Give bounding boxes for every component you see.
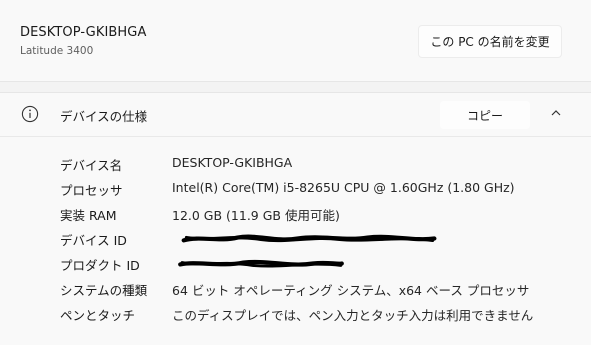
spec-label: プロダクト ID [60, 258, 140, 273]
spec-value: 12.0 GB (11.9 GB 使用可能) [172, 208, 340, 223]
spec-row-system-type: システムの種類 64 ビット オペレーティング システム、x64 ベース プロセ… [0, 276, 591, 301]
copy-button[interactable]: コピー [440, 101, 530, 129]
device-card: DESKTOP-GKIBHGA Latitude 3400 この PC の名前を… [0, 0, 591, 82]
spec-value: Intel(R) Core(TM) i5-8265U CPU @ 1.60GHz… [172, 180, 515, 195]
device-name: DESKTOP-GKIBHGA [20, 25, 147, 40]
spec-row-processor: プロセッサ Intel(R) Core(TM) i5-8265U CPU @ 1… [0, 176, 591, 201]
spec-value: DESKTOP-GKIBHGA [172, 155, 293, 170]
chevron-up-icon[interactable] [548, 105, 564, 121]
redaction-scribble [181, 234, 437, 243]
spec-value: このディスプレイでは、ペン入力とタッチ入力は利用できません [172, 308, 534, 323]
device-model: Latitude 3400 [20, 45, 94, 57]
spec-row-device-id: デバイス ID [0, 226, 591, 251]
spec-row-ram: 実装 RAM 12.0 GB (11.9 GB 使用可能) [0, 201, 591, 226]
spec-value: 64 ビット オペレーティング システム、x64 ベース プロセッサ [172, 283, 530, 298]
device-specs-section: デバイスの仕様 コピー デバイス名 DESKTOP-GKIBHGA プロセッサ … [0, 92, 591, 345]
spec-row-product-id: プロダクト ID [0, 251, 591, 276]
spec-label: プロセッサ [60, 183, 123, 198]
spec-label: システムの種類 [60, 283, 148, 298]
spec-row-pen-touch: ペンとタッチ このディスプレイでは、ペン入力とタッチ入力は利用できません [0, 301, 591, 326]
spec-label: ペンとタッチ [60, 308, 136, 323]
about-page: DESKTOP-GKIBHGA Latitude 3400 この PC の名前を… [0, 0, 591, 345]
redaction-scribble [178, 259, 344, 268]
device-specs-header[interactable]: デバイスの仕様 コピー [0, 93, 591, 137]
spec-label: 実装 RAM [60, 208, 117, 223]
spec-label: デバイス名 [60, 158, 123, 173]
spec-row-device-name: デバイス名 DESKTOP-GKIBHGA [0, 151, 591, 176]
info-circle-icon [21, 105, 39, 123]
rename-pc-button[interactable]: この PC の名前を変更 [418, 25, 562, 58]
spec-list: デバイス名 DESKTOP-GKIBHGA プロセッサ Intel(R) Cor… [0, 151, 591, 326]
device-specs-title: デバイスの仕様 [60, 109, 148, 124]
spec-label: デバイス ID [60, 233, 127, 248]
